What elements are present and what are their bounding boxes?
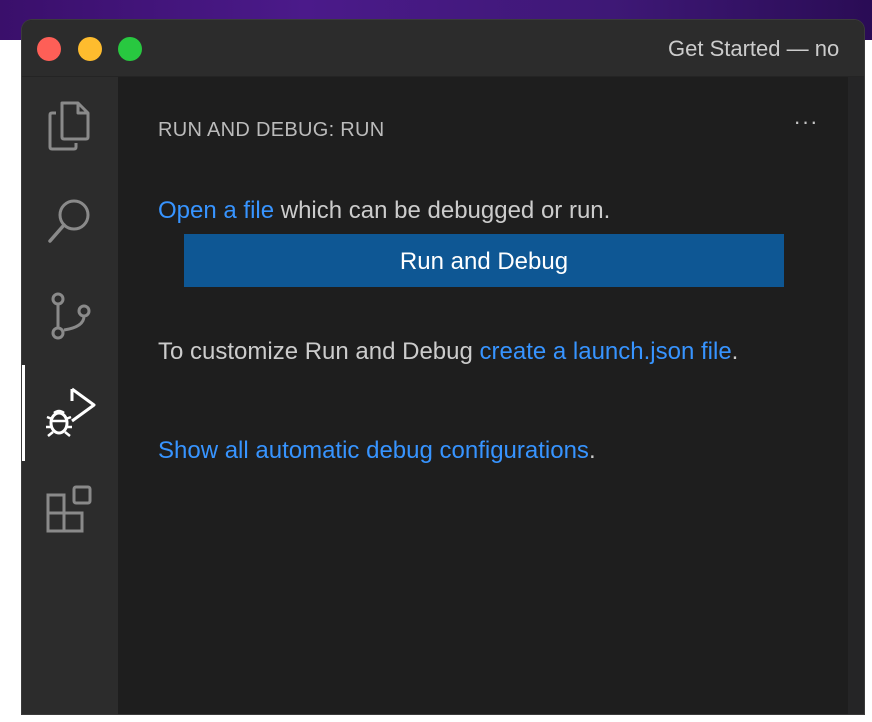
customize-message-suffix: . xyxy=(731,338,739,365)
view-title: RUN AND DEBUG: RUN xyxy=(158,119,385,141)
close-window-button[interactable] xyxy=(37,37,61,61)
run-debug-icon xyxy=(46,387,96,437)
show-all-message: Show all automatic debug configurations. xyxy=(158,433,798,469)
show-all-configurations-link[interactable]: Show all automatic debug configurations xyxy=(158,437,589,464)
files-icon xyxy=(48,101,90,151)
activity-run-and-debug[interactable] xyxy=(22,365,118,461)
more-actions-button[interactable]: ··· xyxy=(786,107,826,143)
source-control-icon xyxy=(51,292,91,340)
activity-search[interactable] xyxy=(22,173,118,269)
run-and-debug-button[interactable]: Run and Debug xyxy=(184,234,784,287)
activity-bar xyxy=(22,77,118,714)
minimize-window-button[interactable] xyxy=(78,37,102,61)
create-launch-json-link[interactable]: create a launch.json file xyxy=(480,338,732,365)
maximize-window-button[interactable] xyxy=(118,37,142,61)
open-file-message-text: which can be debugged or run. xyxy=(274,197,611,224)
show-all-message-suffix: . xyxy=(588,437,596,464)
run-and-debug-view: RUN AND DEBUG: RUN ··· Open a file which… xyxy=(118,77,848,714)
active-indicator xyxy=(22,365,25,461)
activity-extensions[interactable] xyxy=(22,461,118,557)
activity-explorer[interactable] xyxy=(22,77,118,173)
vscode-window: Get Started — no RUN AND DEBUG: RUN ··· … xyxy=(22,20,864,714)
open-file-link[interactable]: Open a file xyxy=(158,197,274,224)
open-file-message: Open a file which can be debugged or run… xyxy=(158,193,798,229)
editor-edge xyxy=(848,77,864,714)
customize-message-text: To customize Run and Debug xyxy=(158,338,480,365)
extensions-icon xyxy=(46,485,92,533)
activity-source-control[interactable] xyxy=(22,269,118,365)
search-icon xyxy=(48,199,90,243)
window-title: Get Started — no xyxy=(668,36,840,61)
title-bar: Get Started — no xyxy=(22,20,864,77)
customize-message: To customize Run and Debug create a laun… xyxy=(158,334,798,370)
